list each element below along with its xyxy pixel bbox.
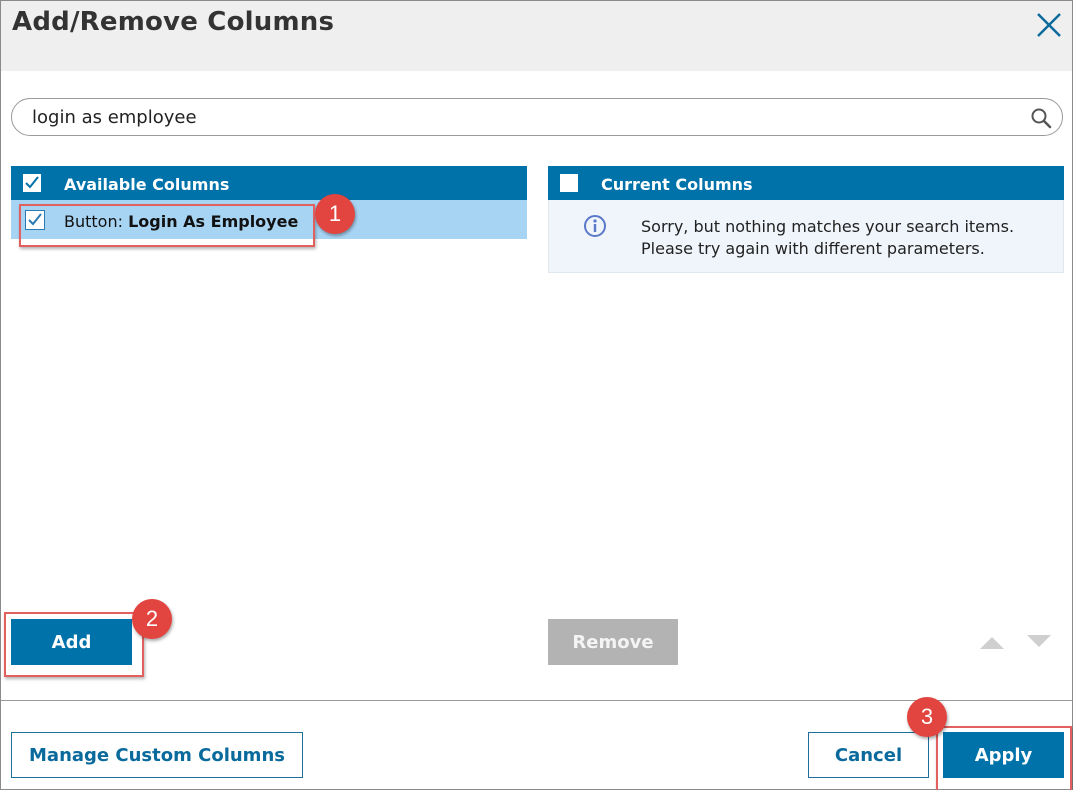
step-badge-1: 1	[315, 194, 355, 234]
current-columns-header: Current Columns	[548, 166, 1064, 200]
no-results-line-2: Please try again with different paramete…	[641, 239, 985, 258]
checkmark-icon	[25, 176, 39, 189]
close-icon[interactable]	[1034, 7, 1064, 41]
select-all-available-checkbox[interactable]	[23, 174, 41, 192]
no-results-message: Sorry, but nothing matches your search i…	[548, 200, 1064, 273]
search-input[interactable]	[32, 105, 992, 129]
add-remove-columns-dialog: Add/Remove Columns Available Columns	[0, 0, 1073, 790]
step-badge-3: 3	[907, 697, 947, 737]
move-up-icon[interactable]	[978, 633, 1006, 651]
step-badge-2: 2	[132, 599, 172, 639]
current-columns-label: Current Columns	[601, 175, 753, 194]
search-box	[11, 98, 1063, 136]
select-all-current-checkbox[interactable]	[560, 174, 578, 192]
highlight-box-1	[19, 204, 315, 247]
info-icon	[583, 214, 607, 238]
manage-custom-columns-button[interactable]: Manage Custom Columns	[11, 732, 303, 778]
no-results-text: Sorry, but nothing matches your search i…	[641, 216, 1014, 260]
move-down-icon[interactable]	[1025, 633, 1053, 651]
highlight-box-3	[936, 726, 1072, 790]
available-columns-header: Available Columns	[11, 166, 527, 200]
remove-button[interactable]: Remove	[548, 619, 678, 665]
highlight-box-2	[4, 612, 144, 677]
no-results-line-1: Sorry, but nothing matches your search i…	[641, 217, 1015, 236]
dialog-title: Add/Remove Columns	[12, 7, 335, 37]
footer-divider	[1, 700, 1072, 701]
dialog-header: Add/Remove Columns	[1, 1, 1072, 71]
available-columns-label: Available Columns	[64, 175, 230, 194]
search-icon[interactable]	[1030, 107, 1052, 129]
cancel-button[interactable]: Cancel	[808, 732, 929, 778]
